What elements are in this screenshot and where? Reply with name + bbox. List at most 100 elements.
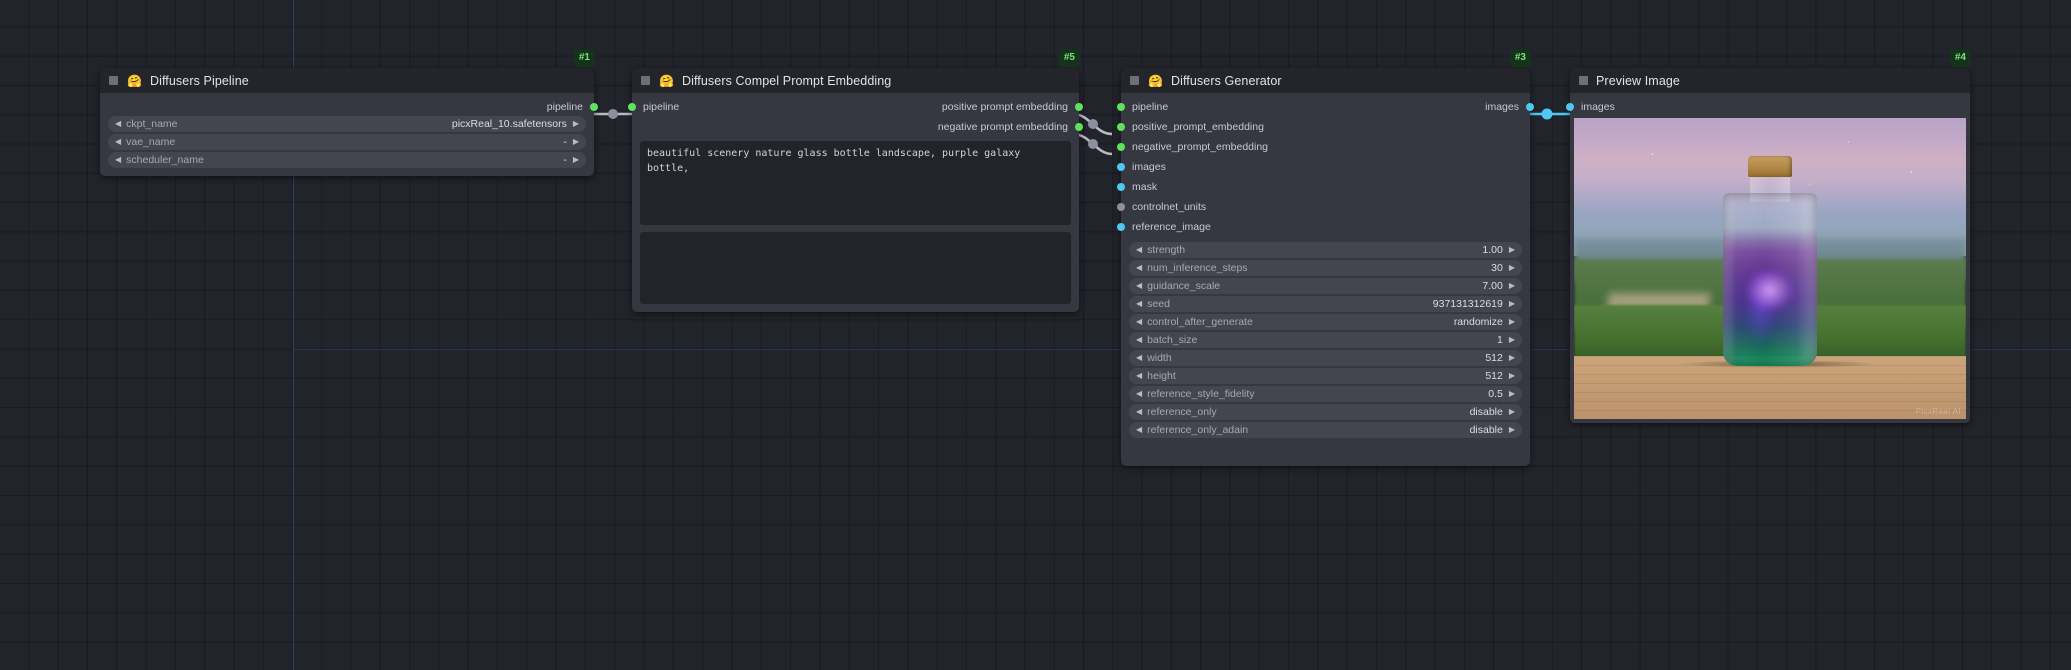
hugging-face-icon: 🤗 <box>127 73 142 88</box>
widget-reference-only[interactable]: ◀ reference_only disable ▶ <box>1129 404 1522 420</box>
output-dot-images[interactable] <box>1526 102 1534 111</box>
input-dot-pipeline[interactable] <box>628 102 636 111</box>
image-cork <box>1748 155 1792 177</box>
node-body: pipeline images positive_prompt_embeddin… <box>1117 99 1534 466</box>
chevron-right-icon[interactable]: ▶ <box>1509 318 1515 326</box>
node-diffusers-generator[interactable]: #3 🤗 Diffusers Generator pipeline images… <box>1117 49 1534 466</box>
widget-reference-style-fidelity[interactable]: ◀ reference_style_fidelity 0.5 ▶ <box>1129 386 1522 402</box>
widget-label: guidance_scale <box>1147 280 1221 292</box>
input-dot-mask[interactable] <box>1117 182 1125 191</box>
widget-width[interactable]: ◀ width 512 ▶ <box>1129 350 1522 366</box>
chevron-left-icon[interactable]: ◀ <box>1136 300 1142 308</box>
node-title-bar[interactable]: Preview Image <box>1570 68 1970 93</box>
widget-label: reference_style_fidelity <box>1147 388 1255 400</box>
input-dot-positive-prompt-embedding[interactable] <box>1117 122 1125 131</box>
widget-vae-name[interactable]: ◀ vae_name - ▶ <box>108 134 586 150</box>
positive-prompt-textarea[interactable]: beautiful scenery nature glass bottle la… <box>640 141 1071 225</box>
chevron-right-icon[interactable]: ▶ <box>1509 408 1515 416</box>
chevron-left-icon[interactable]: ◀ <box>115 156 121 164</box>
preview-image-canvas[interactable]: PicxReal AI <box>1574 118 1966 419</box>
output-dot-positive-prompt-embedding[interactable] <box>1075 102 1083 111</box>
node-diffusers-pipeline[interactable]: #1 🤗 Diffusers Pipeline pipeline ◀ ckpt_… <box>100 49 598 176</box>
input-slot-images[interactable]: images <box>1117 159 1530 174</box>
input-dot-images[interactable] <box>1117 162 1125 171</box>
widget-height[interactable]: ◀ height 512 ▶ <box>1129 368 1522 384</box>
node-title-bar[interactable]: 🤗 Diffusers Generator <box>1121 68 1530 93</box>
input-slot-reference-image[interactable]: reference_image <box>1117 219 1530 234</box>
output-slot-pipeline[interactable]: pipeline <box>100 99 598 114</box>
chevron-right-icon[interactable]: ▶ <box>1509 264 1515 272</box>
chevron-right-icon[interactable]: ▶ <box>573 156 579 164</box>
node-body: pipeline positive prompt embedding negat… <box>628 99 1083 312</box>
chevron-left-icon[interactable]: ◀ <box>1136 282 1142 290</box>
input-slot-label: controlnet_units <box>1132 200 1207 213</box>
input-slot-controlnet-units[interactable]: controlnet_units <box>1117 199 1530 214</box>
chevron-right-icon[interactable]: ▶ <box>573 138 579 146</box>
collapse-box-icon[interactable] <box>109 76 118 85</box>
widget-label: num_inference_steps <box>1147 262 1248 274</box>
chevron-right-icon[interactable]: ▶ <box>1509 426 1515 434</box>
negative-prompt-textarea[interactable] <box>640 232 1071 304</box>
input-dot-controlnet-units[interactable] <box>1117 202 1125 211</box>
widget-label: strength <box>1147 244 1186 256</box>
chevron-left-icon[interactable]: ◀ <box>1136 264 1142 272</box>
input-slot-images[interactable]: images <box>1566 99 1970 114</box>
chevron-right-icon[interactable]: ▶ <box>1509 282 1515 290</box>
chevron-right-icon[interactable]: ▶ <box>1509 246 1515 254</box>
input-dot-negative-prompt-embedding[interactable] <box>1117 142 1125 151</box>
widget-num-inference-steps[interactable]: ◀ num_inference_steps 30 ▶ <box>1129 260 1522 276</box>
output-slot-label: negative prompt embedding <box>937 120 1068 133</box>
chevron-right-icon[interactable]: ▶ <box>1509 300 1515 308</box>
widget-scheduler-name[interactable]: ◀ scheduler_name - ▶ <box>108 152 586 168</box>
chevron-left-icon[interactable]: ◀ <box>1136 336 1142 344</box>
chevron-left-icon[interactable]: ◀ <box>1136 390 1142 398</box>
input-slot-mask[interactable]: mask <box>1117 179 1530 194</box>
widget-ckpt-name[interactable]: ◀ ckpt_name picxReal_10.safetensors ▶ <box>108 116 586 132</box>
widget-seed[interactable]: ◀ seed 937131312619 ▶ <box>1129 296 1522 312</box>
widget-value: - <box>563 154 567 166</box>
chevron-left-icon[interactable]: ◀ <box>1136 372 1142 380</box>
chevron-left-icon[interactable]: ◀ <box>1136 408 1142 416</box>
slot-row-pipeline[interactable]: pipeline images <box>1117 99 1534 114</box>
chevron-left-icon[interactable]: ◀ <box>1136 354 1142 362</box>
chevron-left-icon[interactable]: ◀ <box>1136 426 1142 434</box>
output-dot-pipeline[interactable] <box>590 102 598 111</box>
output-slot-negative-prompt-embedding[interactable]: negative prompt embedding <box>632 119 1083 134</box>
chevron-left-icon[interactable]: ◀ <box>1136 246 1142 254</box>
widget-strength[interactable]: ◀ strength 1.00 ▶ <box>1129 242 1522 258</box>
chevron-right-icon[interactable]: ▶ <box>573 120 579 128</box>
chevron-right-icon[interactable]: ▶ <box>1509 372 1515 380</box>
widget-value: - <box>563 136 567 148</box>
output-dot-negative-prompt-embedding[interactable] <box>1075 122 1083 131</box>
chevron-right-icon[interactable]: ▶ <box>1509 336 1515 344</box>
node-body: images PicxReal AI <box>1566 99 1970 423</box>
chevron-right-icon[interactable]: ▶ <box>1509 390 1515 398</box>
node-title-label: Diffusers Generator <box>1170 73 1282 88</box>
collapse-box-icon[interactable] <box>1579 76 1588 85</box>
node-title-label: Diffusers Pipeline <box>149 73 249 88</box>
input-slot-negative-prompt-embedding[interactable]: negative_prompt_embedding <box>1117 139 1530 154</box>
input-dot-images[interactable] <box>1566 102 1574 111</box>
node-title-bar[interactable]: 🤗 Diffusers Compel Prompt Embedding <box>632 68 1079 93</box>
chevron-right-icon[interactable]: ▶ <box>1509 354 1515 362</box>
widget-reference-only-adain[interactable]: ◀ reference_only_adain disable ▶ <box>1129 422 1522 438</box>
chevron-left-icon[interactable]: ◀ <box>1136 318 1142 326</box>
slot-row-pipeline[interactable]: pipeline positive prompt embedding <box>628 99 1083 114</box>
input-dot-pipeline[interactable] <box>1117 102 1125 111</box>
collapse-box-icon[interactable] <box>641 76 650 85</box>
input-slot-positive-prompt-embedding[interactable]: positive_prompt_embedding <box>1117 119 1530 134</box>
node-diffusers-compel-prompt-embedding[interactable]: #5 🤗 Diffusers Compel Prompt Embedding p… <box>628 49 1083 312</box>
widget-label: batch_size <box>1147 334 1198 346</box>
widget-batch-size[interactable]: ◀ batch_size 1 ▶ <box>1129 332 1522 348</box>
widget-label: reference_only <box>1147 406 1217 418</box>
collapse-box-icon[interactable] <box>1130 76 1139 85</box>
chevron-left-icon[interactable]: ◀ <box>115 138 121 146</box>
node-preview-image[interactable]: #4 Preview Image images PicxReal AI <box>1566 49 1971 423</box>
node-title-bar[interactable]: 🤗 Diffusers Pipeline <box>100 68 594 93</box>
input-slot-label: images <box>1581 100 1615 113</box>
input-dot-reference-image[interactable] <box>1117 222 1125 231</box>
widget-guidance-scale[interactable]: ◀ guidance_scale 7.00 ▶ <box>1129 278 1522 294</box>
widget-control-after-generate[interactable]: ◀ control_after_generate randomize ▶ <box>1129 314 1522 330</box>
chevron-left-icon[interactable]: ◀ <box>115 120 121 128</box>
widget-value: 1.00 <box>1482 244 1503 256</box>
